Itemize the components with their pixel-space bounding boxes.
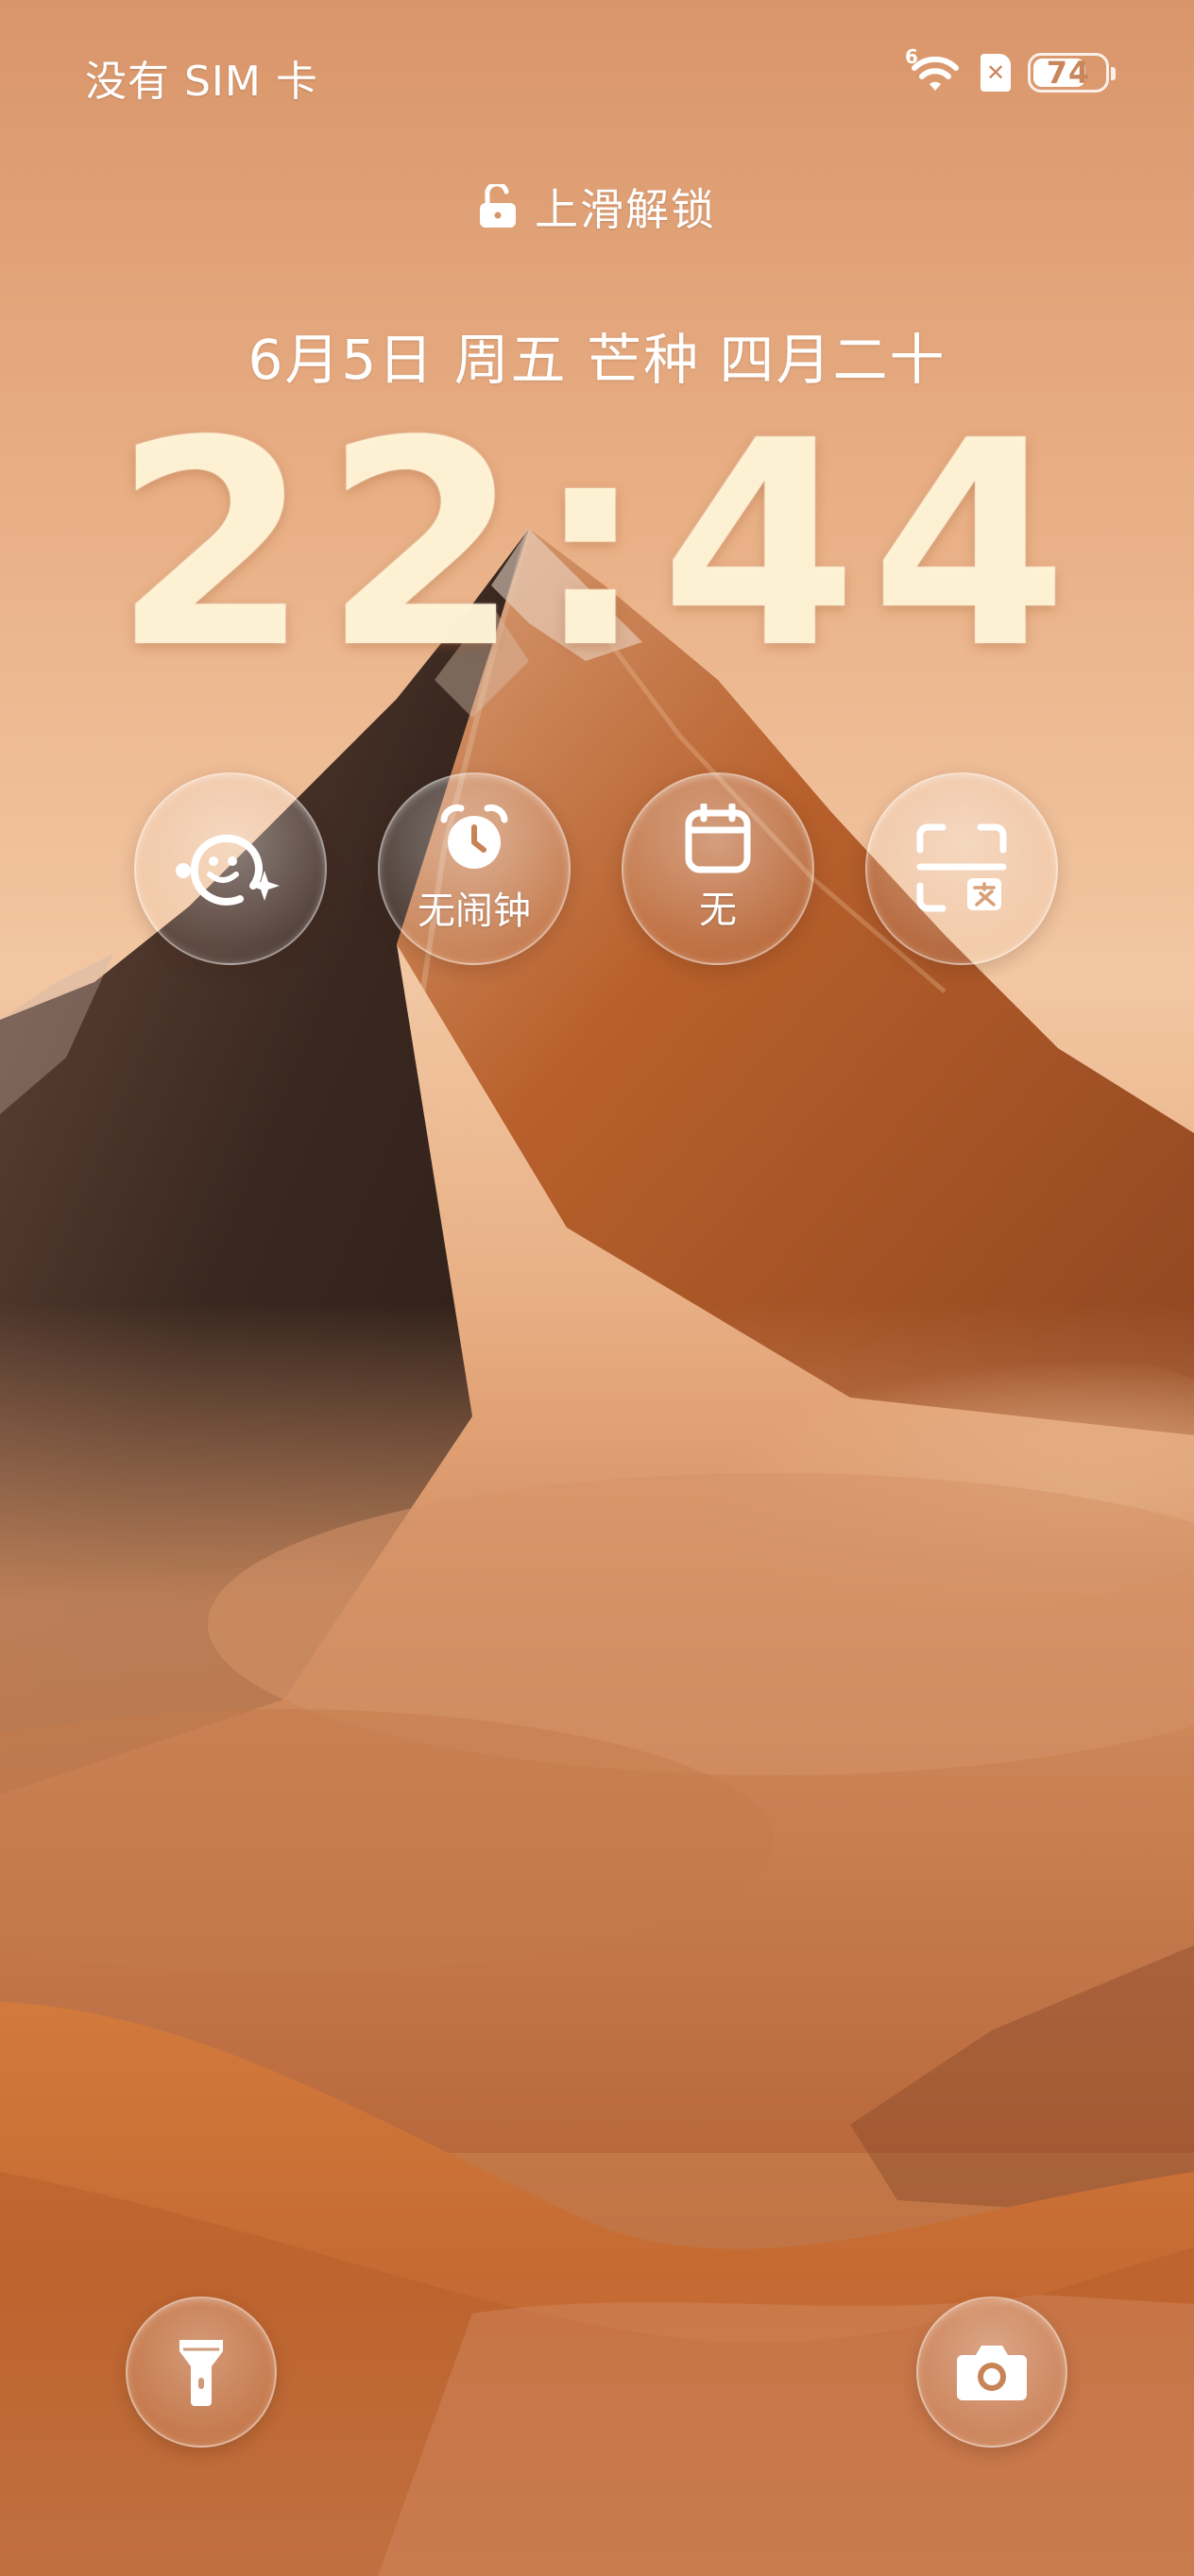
battery-nub — [1111, 67, 1116, 80]
clock-time: 22:44 — [112, 381, 1082, 710]
unlock-hint[interactable]: 上滑解锁 — [0, 176, 1194, 238]
alarm-widget-button[interactable]: 无闹钟 — [378, 772, 571, 965]
battery-level: 74 — [1046, 55, 1091, 91]
scan-translate-icon — [916, 823, 1007, 912]
camera-button[interactable] — [916, 2296, 1067, 2448]
flashlight-button[interactable] — [126, 2296, 277, 2448]
status-icons: 6 ✕ 74 — [905, 45, 1116, 96]
carrier-label: 没有 SIM 卡 — [85, 58, 318, 106]
status-bar: 没有 SIM 卡 6 ✕ 74 — [0, 0, 1194, 142]
alarm-clock-icon — [440, 804, 508, 869]
scan-widget-button[interactable] — [865, 772, 1058, 965]
calendar-label: 无 — [699, 889, 737, 932]
assistant-widget-button[interactable] — [134, 772, 327, 965]
alarm-label: 无闹钟 — [418, 890, 531, 933]
flashlight-icon — [179, 2340, 223, 2406]
camera-icon — [957, 2346, 1027, 2400]
unlock-label: 上滑解锁 — [535, 184, 716, 235]
unlock-icon — [480, 184, 516, 228]
wifi-icon: 6 — [905, 45, 964, 96]
battery-icon: 74 — [1028, 53, 1116, 93]
calendar-widget-button[interactable]: 无 — [622, 772, 814, 965]
ai-assistant-icon — [176, 834, 280, 906]
calendar-icon — [685, 804, 751, 873]
no-sim-icon: ✕ — [981, 54, 1011, 92]
